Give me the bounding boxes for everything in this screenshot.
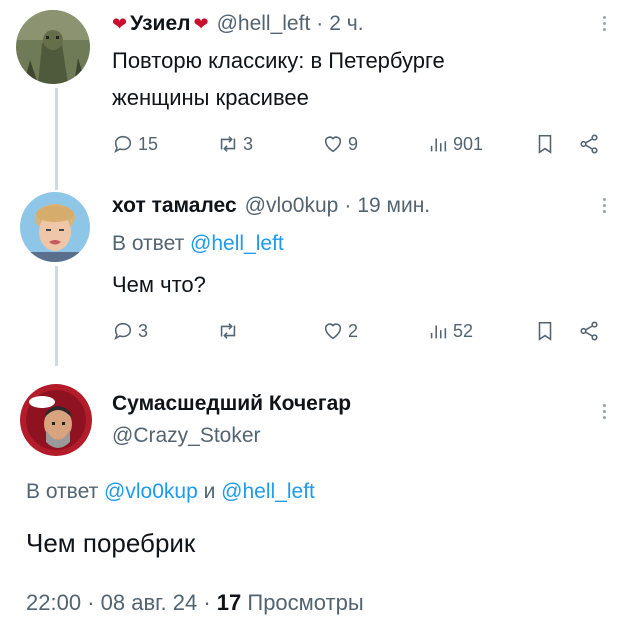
share-icon (580, 134, 598, 154)
author-name[interactable]: хот тамалес (112, 194, 237, 218)
like-count: 9 (348, 133, 359, 154)
tweet1-text-line2: женщины красивее (112, 85, 309, 110)
tweet-time[interactable]: 2 ч. (329, 12, 363, 36)
retweet-button[interactable] (217, 320, 239, 342)
reply-handle-link[interactable]: @hell_left (190, 232, 284, 255)
avatar-uziel[interactable] (16, 10, 90, 84)
views-label: Просмотры (247, 590, 364, 615)
reply-icon (114, 135, 132, 154)
heart-emoji-icon: ❤ (193, 13, 209, 34)
views-chart-icon (430, 138, 447, 152)
share-button[interactable] (578, 320, 600, 342)
tweet-time[interactable]: 19 мин. (357, 194, 430, 218)
reply-prefix: В ответ (26, 480, 99, 503)
author-handle[interactable]: @hell_left (217, 12, 311, 36)
author-handle[interactable]: @vlo0kup (245, 194, 339, 218)
like-button[interactable]: 2 (322, 320, 358, 342)
avatar-crazy-stoker[interactable] (20, 384, 92, 456)
thread-line-1 (55, 88, 58, 190)
bookmark-icon (538, 321, 552, 341)
views-count: 52 (453, 320, 474, 341)
separator-dot: · (344, 194, 352, 217)
tweet-time[interactable]: 22:00 (26, 590, 81, 615)
retweet-icon (220, 323, 236, 339)
tweet2-text: Чем что? (112, 272, 206, 297)
separator-dot: · (203, 590, 211, 615)
separator-dot: · (316, 12, 324, 35)
reply-to-line: В ответ @vlo0kup и @hell_left (26, 480, 315, 504)
tweet-date[interactable]: 08 авг. 24 (101, 590, 198, 615)
retweet-icon (220, 136, 236, 152)
tweet1-header: ❤ Узиел ❤ @hell_left · 2 ч. (112, 12, 364, 36)
reply-button[interactable]: 15 (112, 133, 158, 155)
views-button[interactable]: 901 (427, 133, 483, 155)
reply-count: 15 (138, 133, 159, 154)
tweet1-actions: 15 3 9 901 (112, 133, 612, 163)
avatar-hot-tamales[interactable] (20, 192, 90, 262)
bookmark-icon (538, 134, 552, 154)
like-count: 2 (348, 320, 359, 341)
tweet3-author-handle[interactable]: @Crazy_Stoker (112, 424, 261, 448)
heart-icon (324, 136, 342, 153)
reply-prefix: В ответ (112, 232, 185, 255)
tweet3-author-name[interactable]: Сумасшедший Кочегар (112, 392, 351, 416)
like-button[interactable]: 9 (322, 133, 358, 155)
more-options-icon[interactable] (603, 16, 607, 31)
more-options-icon[interactable] (603, 404, 607, 419)
share-icon (580, 321, 598, 341)
reply-handle-link-1[interactable]: @vlo0kup (104, 480, 198, 503)
thread-line-2 (55, 266, 58, 366)
reply-button[interactable]: 3 (112, 320, 148, 342)
bookmark-button[interactable] (534, 133, 556, 155)
reply-icon (114, 322, 132, 341)
views-chart-icon (430, 325, 447, 339)
heart-icon (324, 323, 342, 340)
tweet1-text-line1: Повторю классику: в Петербурге (112, 48, 445, 73)
more-options-icon[interactable] (603, 198, 607, 213)
views-count: 901 (453, 133, 484, 154)
reply-handle-link-2[interactable]: @hell_left (221, 480, 315, 503)
retweet-count: 3 (243, 133, 254, 154)
separator-dot: · (87, 590, 95, 615)
views-button[interactable]: 52 (427, 320, 473, 342)
views-count: 17 (216, 590, 242, 615)
reply-count: 3 (138, 320, 149, 341)
reply-and: и (203, 480, 216, 503)
tweet2-actions: 3 2 52 (112, 320, 612, 350)
reply-to-line: В ответ @hell_left (112, 232, 284, 256)
tweet3-meta: 22:00 · 08 авг. 24 · 17 Просмотры (26, 590, 364, 616)
heart-emoji-icon: ❤ (112, 13, 128, 34)
bookmark-button[interactable] (534, 320, 556, 342)
tweet3-text: Чем поребрик (26, 528, 196, 558)
retweet-button[interactable]: 3 (217, 133, 253, 155)
author-name[interactable]: Узиел (130, 12, 190, 36)
tweet2-header: хот тамалес @vlo0kup · 19 мин. (112, 194, 430, 218)
share-button[interactable] (578, 133, 600, 155)
